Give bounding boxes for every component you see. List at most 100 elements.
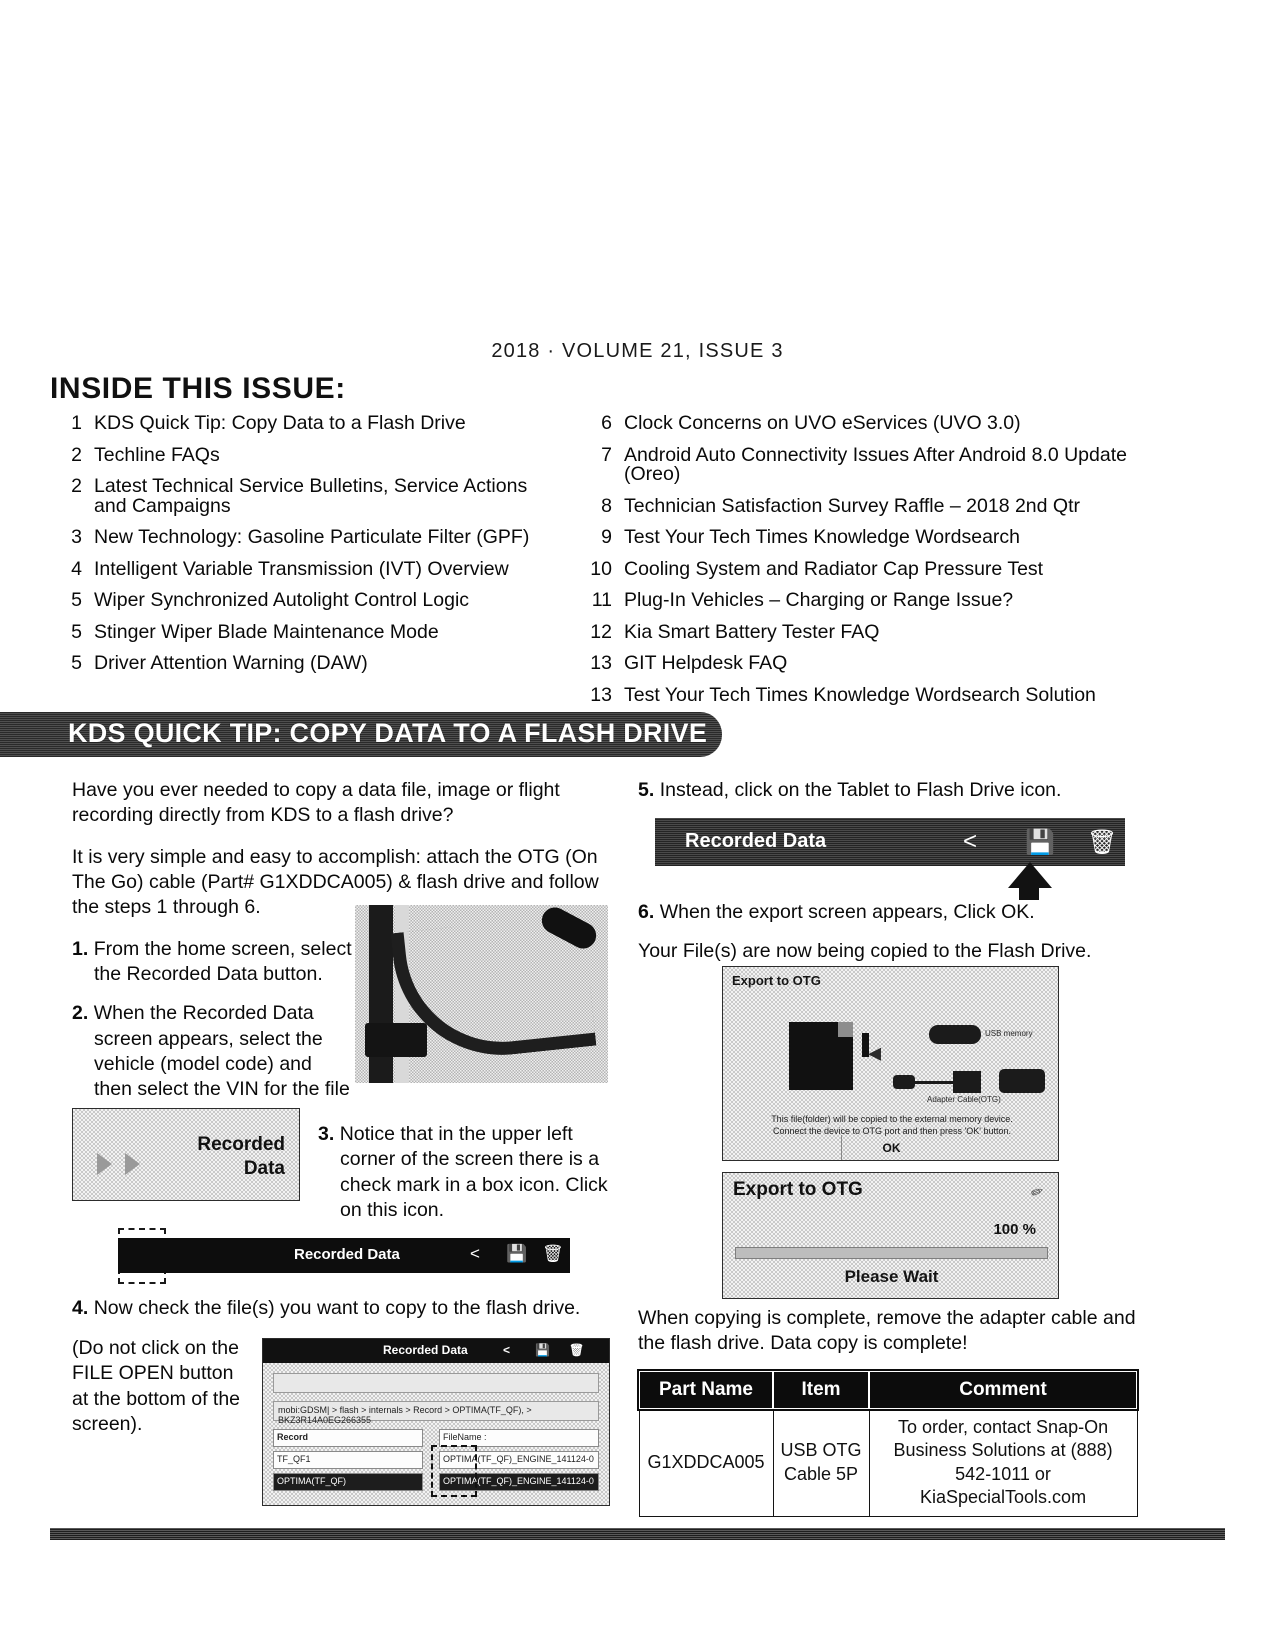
toc-entry-title-line1: Latest Technical Service Bulletins, Serv… [94,475,528,497]
toc-page-number: 13 [590,652,612,674]
toc-entry[interactable]: 8 Technician Satisfaction Survey Raffle … [580,494,1180,517]
toc-entry-title: Driver Attention Warning (DAW) [94,652,368,674]
parts-table-cell-comment: To order, contact Snap-On Business Solut… [868,1408,1138,1517]
share-icon[interactable]: < [503,1343,510,1357]
step-3-text: Notice that in the upper left corner of … [339,1123,608,1222]
toc-entry[interactable]: 5 Wiper Synchronized Autolight Control L… [50,589,555,611]
export-progress-percent: 100 % [993,1221,1036,1238]
recorded-data-toolbar-large: Recorded Data < 💾 🗑 [655,818,1125,866]
toc-entry[interactable]: 5 Stinger Wiper Blade Maintenance Mode [50,620,555,643]
step-3-number: 3. [318,1123,335,1145]
file-list-search-row[interactable] [273,1373,599,1393]
toc-entry[interactable]: 2 Latest Technical Service Bulletins, Se… [50,475,555,516]
toc-entry-title: KDS Quick Tip: Copy Data to a Flash Driv… [94,412,466,434]
adapter-icon [999,1069,1045,1093]
inside-this-issue-heading: INSIDE THIS ISSUE: [50,372,346,405]
recorded-data-label-line2: Data [243,1157,285,1179]
toc-entry[interactable]: 12 Kia Smart Battery Tester FAQ [580,622,1180,643]
toc-entry[interactable]: 3 New Technology: Gasoline Particulate F… [50,526,555,548]
toc-entry[interactable]: 10 Cooling System and Radiator Cap Press… [580,559,1180,580]
export-progress-status: Please Wait [844,1267,939,1286]
recorded-data-button-figure[interactable]: Recorded Data [72,1108,300,1201]
file-list-header-bar: Recorded Data < 💾 🗑 [263,1339,609,1363]
file-checkbox-highlight [431,1445,477,1497]
article-intro-paragraph-1: Have you ever needed to copy a data file… [72,779,560,827]
otg-cable-photo [355,905,608,1083]
file-list-row-2-left[interactable]: OPTIMA(TF_QF) [273,1473,423,1491]
usb-memory-icon [929,1025,981,1044]
toc-entry-title: Android Auto Connectivity Issues After A… [624,443,1127,485]
cable-connector-icon [953,1071,981,1093]
toc-entry[interactable]: 4 Intelligent Variable Transmission (IVT… [50,557,555,580]
file-list-path-row[interactable]: mobi:GDSM| > flash > internals > Record … [273,1401,599,1425]
file-list-row-1-left[interactable]: TF_QF1 [273,1451,423,1469]
toc-entry-title: GIT Helpdesk FAQ [624,652,788,674]
parts-table-header-row: Part Name Item Comment [637,1369,1139,1411]
newsletter-page: 2018 · VOLUME 21, ISSUE 3 INSIDE THIS IS… [0,0,1275,1650]
export-to-otg-ok-button[interactable]: OK [723,1139,1058,1157]
share-icon[interactable]: < [470,1244,480,1264]
toc-entry-title: New Technology: Gasoline Particulate Fil… [94,526,530,548]
trash-icon[interactable]: 🗑 [1087,828,1117,857]
trash-icon[interactable]: 🗑 [569,1343,584,1357]
toolbar-title-small: Recorded Data [294,1246,400,1263]
article-step-4: 4. Now check the file(s) you want to cop… [72,1296,617,1321]
article-closing-paragraph: When copying is complete, remove the ada… [638,1307,1136,1355]
toc-entry-title: Intelligent Variable Transmission (IVT) … [94,557,509,580]
cable-end-icon [893,1075,915,1089]
page-bottom-rule [50,1528,1225,1540]
article-step-4-note: (Do not click on the FILE OPEN button at… [72,1337,241,1436]
export-to-otg-dialog: Export to OTG ◂ USB memory Adapter Cable… [722,966,1059,1161]
step-5-number: 5. [638,779,655,801]
toc-page-number: 13 [590,683,612,706]
cable-line-shape [913,1081,955,1084]
toc-page-number: 6 [601,412,612,434]
otg-cable-label: Adapter Cable(OTG) [927,1095,1001,1104]
toc-entry[interactable]: 6 Clock Concerns on UVO eServices (UVO 3… [580,412,1180,434]
toc-entry[interactable]: 1 KDS Quick Tip: Copy Data to a Flash Dr… [50,412,555,434]
toolbar-title-large: Recorded Data [685,830,827,852]
parts-table-row: G1XDDCA005 USB OTG Cable 5P To order, co… [638,1408,1138,1517]
step-6-text: When the export screen appears, Click OK… [659,901,1035,923]
cable-plug-shape [365,1023,427,1057]
file-list-col-record: Record [273,1429,423,1447]
tablet-to-flash-drive-icon[interactable]: 💾 [1025,828,1055,857]
toc-entry-title: Test Your Tech Times Knowledge Wordsearc… [624,526,1020,548]
share-icon[interactable]: < [963,828,977,856]
toc-entry[interactable]: 13 GIT Helpdesk FAQ [580,652,1180,674]
pointer-arrow-stem [1019,884,1039,900]
toc-left-column: 1 KDS Quick Tip: Copy Data to a Flash Dr… [50,412,555,686]
toc-page-number: 11 [591,589,612,611]
toc-entry[interactable]: 9 Test Your Tech Times Knowledge Wordsea… [580,526,1180,548]
parts-table: Part Name Item Comment G1XDDCA005 USB OT… [637,1369,1139,1517]
article-step-6: 6. When the export screen appears, Click… [638,900,1168,925]
export-message-line2: Connect the device to OTG port and then … [772,1126,1012,1137]
parts-table-col-part-name: Part Name [637,1370,775,1410]
toc-entry[interactable]: 11 Plug-In Vehicles – Charging or Range … [580,589,1180,611]
parts-table-col-item: Item [772,1370,871,1410]
toc-entry-title: Plug-In Vehicles – Charging or Range Iss… [624,589,1014,611]
toc-page-number: 7 [601,443,612,466]
toc-page-number: 2 [71,443,82,466]
parts-table-cell-item: USB OTG Cable 5P [772,1408,870,1517]
export-to-otg-dialog-title: Export to OTG [732,973,821,988]
article-step-5: 5. Instead, click on the Tablet to Flash… [638,778,1168,803]
toc-entry[interactable]: 5 Driver Attention Warning (DAW) [50,652,555,674]
trash-icon[interactable]: 🗑 [542,1244,564,1264]
toc-page-number: 2 [71,475,82,497]
toc-entry[interactable]: 7 Android Auto Connectivity Issues After… [580,443,1180,485]
article-right-column: 5. Instead, click on the Tablet to Flash… [638,778,1168,803]
toc-entry[interactable]: 2 Techline FAQs [50,443,555,466]
tablet-to-flash-drive-icon[interactable]: 💾 [535,1343,550,1357]
toc-entry-title: Techline FAQs [94,443,220,466]
article-step-3: 3. Notice that in the upper left corner … [318,1122,618,1223]
toc-entry-title: Stinger Wiper Blade Maintenance Mode [94,620,439,643]
export-to-otg-progress-dialog: Export to OTG ✏ 100 % Please Wait [722,1172,1059,1299]
toc-page-number: 8 [601,494,612,517]
document-fold-corner [838,1022,853,1037]
toc-entry-title: Technician Satisfaction Survey Raffle – … [624,494,1080,517]
tablet-to-flash-drive-icon[interactable]: 💾 [506,1244,527,1264]
toc-entry-title: Wiper Synchronized Autolight Control Log… [94,589,470,611]
toc-page-number: 1 [71,412,82,434]
toc-entry[interactable]: 13 Test Your Tech Times Knowledge Wordse… [580,683,1180,706]
